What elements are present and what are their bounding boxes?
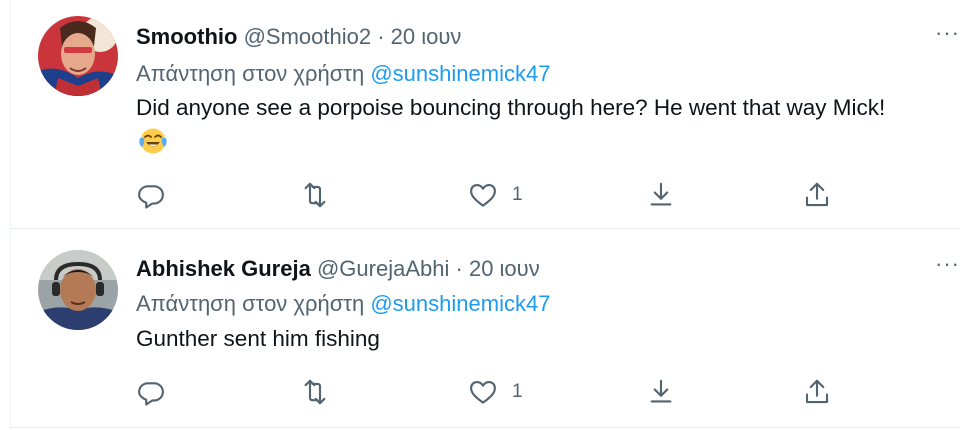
- upload-icon: [805, 379, 829, 404]
- retweet-button[interactable]: [300, 178, 330, 212]
- reply-icon: [138, 185, 164, 209]
- reply-icon: [138, 382, 164, 406]
- upload-icon: [805, 182, 829, 207]
- tweet[interactable]: Abhishek Gureja @GurejaAbhi · 20 ιουν ··…: [10, 229, 960, 427]
- tweet-actions: 1: [136, 178, 856, 212]
- tweet-date[interactable]: 20 ιουν: [469, 256, 540, 281]
- avatar[interactable]: [38, 250, 118, 330]
- reply-button[interactable]: [136, 375, 166, 409]
- upload-button[interactable]: [802, 178, 832, 212]
- more-icon[interactable]: ···: [935, 20, 960, 46]
- share-icon: [650, 379, 672, 403]
- tweet-text: Gunther sent him fishing: [136, 326, 380, 351]
- display-name[interactable]: Abhishek Gureja: [136, 256, 311, 281]
- like-count: 1: [512, 184, 523, 205]
- tweet-header: Abhishek Gureja @GurejaAbhi · 20 ιουν: [136, 256, 540, 282]
- mention-link[interactable]: @sunshinemick47: [370, 61, 550, 86]
- avatar[interactable]: [38, 16, 118, 96]
- tweet-date[interactable]: 20 ιουν: [391, 24, 462, 49]
- upload-button[interactable]: [802, 375, 832, 409]
- share-button[interactable]: [646, 178, 676, 212]
- tweet[interactable]: Smoothio @Smoothio2 · 20 ιουν ··· Απάντη…: [10, 0, 960, 228]
- like-icon: [470, 380, 496, 404]
- separator-dot: ·: [455, 256, 463, 281]
- face-with-tears-of-joy-icon: [139, 128, 167, 154]
- retweet-icon: [304, 182, 326, 208]
- replying-to: Απάντηση στον χρήστη @sunshinemick47: [136, 291, 550, 317]
- share-button[interactable]: [646, 375, 676, 409]
- replying-to-label: Απάντηση στον χρήστη: [136, 291, 365, 316]
- replying-to: Απάντηση στον χρήστη @sunshinemick47: [136, 61, 550, 87]
- tweet-header: Smoothio @Smoothio2 · 20 ιουν: [136, 24, 461, 50]
- replying-to-label: Απάντηση στον χρήστη: [136, 61, 365, 86]
- reply-button[interactable]: [136, 178, 166, 212]
- display-name[interactable]: Smoothio: [136, 24, 237, 49]
- tweet-text: Did anyone see a porpoise bouncing throu…: [136, 95, 886, 120]
- user-handle[interactable]: @Smoothio2: [244, 24, 372, 49]
- share-icon: [650, 182, 672, 206]
- separator-dot: ·: [377, 24, 385, 49]
- more-icon[interactable]: ···: [935, 251, 960, 277]
- retweet-icon: [304, 379, 326, 405]
- retweet-button[interactable]: [300, 375, 330, 409]
- user-handle[interactable]: @GurejaAbhi: [317, 256, 449, 281]
- like-button[interactable]: 1: [468, 178, 523, 212]
- like-button[interactable]: 1: [468, 375, 523, 409]
- tweet-divider: [10, 427, 960, 428]
- like-icon: [470, 183, 496, 207]
- mention-link[interactable]: @sunshinemick47: [370, 291, 550, 316]
- tweet-actions: 1: [136, 375, 856, 409]
- like-count: 1: [512, 381, 523, 402]
